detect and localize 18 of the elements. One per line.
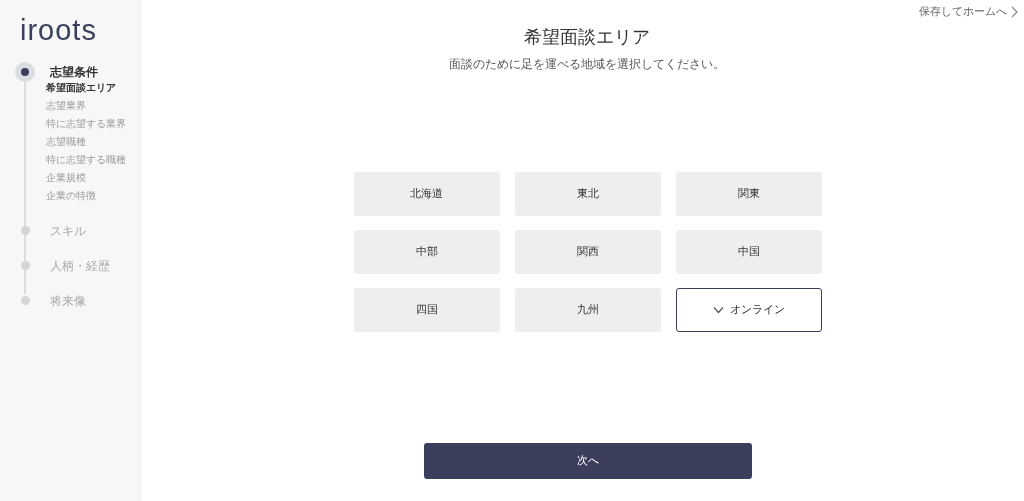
substep-item[interactable]: 希望面談エリア: [46, 79, 116, 97]
area-option-button[interactable]: 中部: [353, 230, 500, 274]
area-option-button[interactable]: 九州: [514, 288, 661, 332]
next-button[interactable]: 次へ: [424, 443, 752, 479]
page-subtitle: 面談のために足を運べる地域を選択してください。: [449, 56, 725, 73]
area-option-button[interactable]: 東北: [514, 172, 661, 216]
page-title: 希望面談エリア: [524, 25, 650, 49]
area-option-button[interactable]: オンライン: [675, 288, 822, 332]
area-option-button[interactable]: 中国: [675, 230, 822, 274]
logo: iroots: [19, 13, 97, 48]
step-label[interactable]: 志望条件: [50, 62, 98, 81]
chevron-right-icon: [1011, 6, 1018, 19]
area-option-button[interactable]: 関西: [514, 230, 661, 274]
check-icon: [712, 306, 724, 314]
save-home-link[interactable]: 保存してホームへ: [919, 4, 1018, 21]
area-option-button[interactable]: 四国: [353, 288, 500, 332]
area-option-button[interactable]: 関東: [675, 172, 822, 216]
area-option-button[interactable]: 北海道: [353, 172, 500, 216]
